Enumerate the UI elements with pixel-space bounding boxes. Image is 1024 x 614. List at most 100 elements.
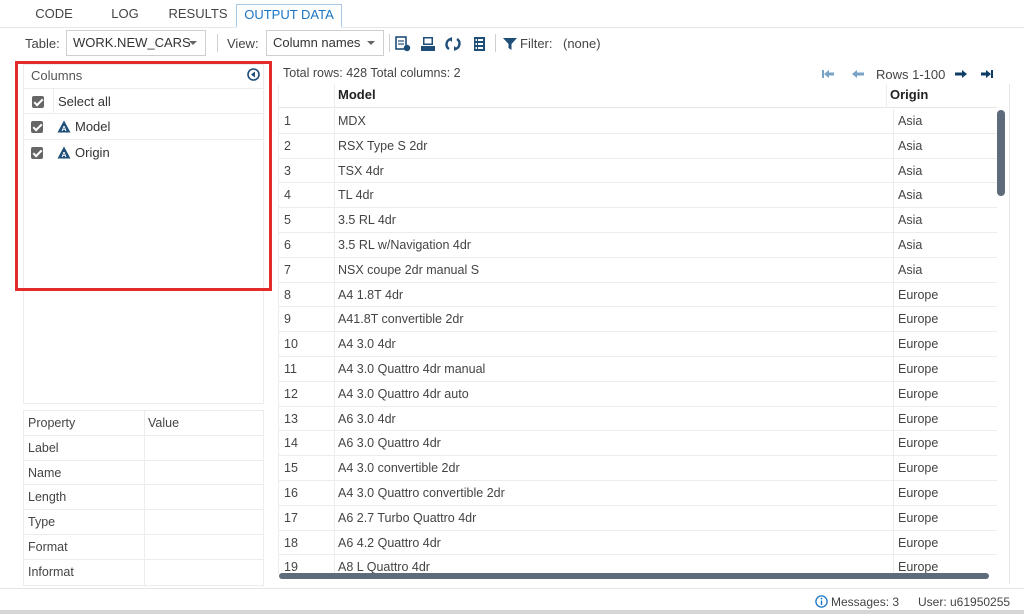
row-number: 2 [284, 138, 291, 153]
tab-results[interactable]: RESULTS [162, 4, 234, 28]
filter-label[interactable]: Filter: [520, 36, 553, 51]
divider [334, 133, 335, 158]
divider [334, 84, 335, 107]
value-header: Value [148, 416, 180, 430]
table-row[interactable]: 1 MDX Asia [279, 109, 997, 134]
table-row[interactable]: 10 A4 3.0 4dr Europe [279, 332, 997, 357]
tab-output-data[interactable]: OUTPUT DATA [236, 4, 342, 28]
select-all-row[interactable]: Select all [23, 88, 264, 114]
row-number: 6 [284, 237, 291, 252]
table-row[interactable]: 18 A6 4.2 Quattro 4dr Europe [279, 530, 997, 556]
divider [893, 307, 894, 332]
divider [144, 460, 145, 485]
tab-code[interactable]: CODE [24, 4, 84, 28]
property-name: Label [28, 440, 59, 455]
divider [893, 456, 894, 480]
print-icon[interactable] [420, 36, 436, 52]
tab-bar: CODE LOG RESULTS OUTPUT DATA [0, 0, 1024, 28]
cell-origin: Asia [898, 213, 923, 228]
table-row[interactable]: 8 A4 1.8T 4dr Europe [279, 282, 997, 308]
divider [334, 530, 335, 555]
properties-table: Property Value Label Name Length Type Fo… [23, 410, 264, 586]
query-icon[interactable] [395, 36, 411, 52]
table-row[interactable]: 15 A4 3.0 convertible 2dr Europe [279, 456, 997, 481]
select-all-checkbox[interactable] [32, 96, 44, 108]
table-row[interactable]: 12 A4 3.0 Quattro 4dr auto Europe [279, 381, 997, 407]
row-number: 5 [284, 213, 291, 228]
table-row[interactable]: 19 A8 L Quattro 4dr Europe [279, 555, 997, 574]
character-type-icon: A [57, 120, 71, 133]
property-row: Name [24, 460, 263, 486]
divider [334, 505, 335, 530]
table-row[interactable]: 6 3.5 RL w/Navigation 4dr Asia [279, 232, 997, 258]
divider [334, 555, 335, 574]
table-row[interactable]: 4 TL 4dr Asia [279, 183, 997, 209]
row-number: 16 [284, 485, 298, 500]
column-name: Origin [75, 145, 110, 160]
divider [334, 332, 335, 356]
divider [893, 208, 894, 232]
divider [334, 282, 335, 307]
column-checkbox[interactable] [31, 121, 43, 133]
table-row[interactable]: 16 A4 3.0 Quattro convertible 2dr Europe [279, 480, 997, 506]
character-type-icon: A [57, 146, 71, 159]
filter-value: (none) [563, 36, 601, 51]
grid-rows: 1 MDX Asia 2 RSX Type S 2dr Asia 3 TSX 4dr Asia 4… [279, 109, 997, 574]
column-checkbox[interactable] [31, 147, 43, 159]
data-grid: Model Origin 1 MDX Asia 2 RSX Type S 2dr Asia… [278, 84, 998, 574]
vertical-scrollbar[interactable] [997, 110, 1005, 196]
cell-model: TSX 4dr [338, 163, 384, 178]
filter-icon[interactable] [502, 36, 518, 52]
collapse-panel-icon[interactable] [247, 68, 260, 81]
divider [893, 158, 894, 183]
next-page-icon[interactable] [954, 67, 968, 81]
table-row[interactable]: 5 3.5 RL 4dr Asia [279, 208, 997, 233]
table-row[interactable]: 14 A6 3.0 Quattro 4dr Europe [279, 431, 997, 457]
divider [893, 480, 894, 505]
divider [334, 480, 335, 505]
chevron-down-icon [367, 41, 375, 45]
view-select[interactable]: Column names [266, 30, 384, 56]
property-row: Informat [24, 559, 263, 585]
refresh-icon[interactable] [445, 36, 461, 52]
table-row[interactable]: 17 A6 2.7 Turbo Quattro 4dr Europe [279, 505, 997, 531]
table-row[interactable]: 3 TSX 4dr Asia [279, 158, 997, 184]
cell-model: A4 3.0 convertible 2dr [338, 461, 460, 476]
divider [893, 133, 894, 158]
column-item-model[interactable]: A Model [23, 114, 264, 140]
horizontal-scrollbar[interactable] [279, 573, 989, 579]
table-row[interactable]: 13 A6 3.0 4dr Europe [279, 406, 997, 432]
cell-origin: Europe [898, 510, 939, 525]
previous-page-icon[interactable] [851, 67, 865, 81]
property-row: Label [24, 435, 263, 461]
svg-text:A: A [61, 152, 66, 159]
cell-origin: Europe [898, 361, 939, 376]
table-row[interactable]: 7 NSX coupe 2dr manual S Asia [279, 257, 997, 283]
divider [334, 307, 335, 332]
cell-model: A6 3.0 Quattro 4dr [338, 436, 441, 451]
messages-link[interactable]: Messages: 3 [831, 595, 899, 609]
divider [144, 435, 145, 460]
divider [144, 411, 145, 435]
column-item-origin[interactable]: A Origin [23, 140, 264, 166]
last-page-icon[interactable] [980, 67, 994, 81]
column-header-model[interactable]: Model [338, 87, 376, 102]
cell-model: MDX [338, 114, 366, 128]
table-row[interactable]: 11 A4 3.0 Quattro 4dr manual Europe [279, 356, 997, 382]
table-row[interactable]: 9 A41.8T convertible 2dr Europe [279, 307, 997, 333]
table-select[interactable]: WORK.NEW_CARS [66, 30, 206, 56]
tab-log[interactable]: LOG [96, 4, 154, 28]
info-icon[interactable] [815, 595, 828, 608]
table-row[interactable]: 2 RSX Type S 2dr Asia [279, 133, 997, 159]
user-label: User: u61950255 [918, 595, 1011, 609]
divider [334, 109, 335, 133]
row-number: 11 [284, 361, 297, 376]
first-page-icon[interactable] [821, 67, 835, 81]
divider [334, 257, 335, 282]
cell-model: A4 3.0 Quattro 4dr manual [338, 361, 486, 376]
column-header-origin[interactable]: Origin [890, 87, 928, 102]
divider [334, 208, 335, 232]
columns-list-icon[interactable] [472, 36, 488, 52]
divider [334, 356, 335, 381]
table-select-value: WORK.NEW_CARS [73, 35, 191, 50]
